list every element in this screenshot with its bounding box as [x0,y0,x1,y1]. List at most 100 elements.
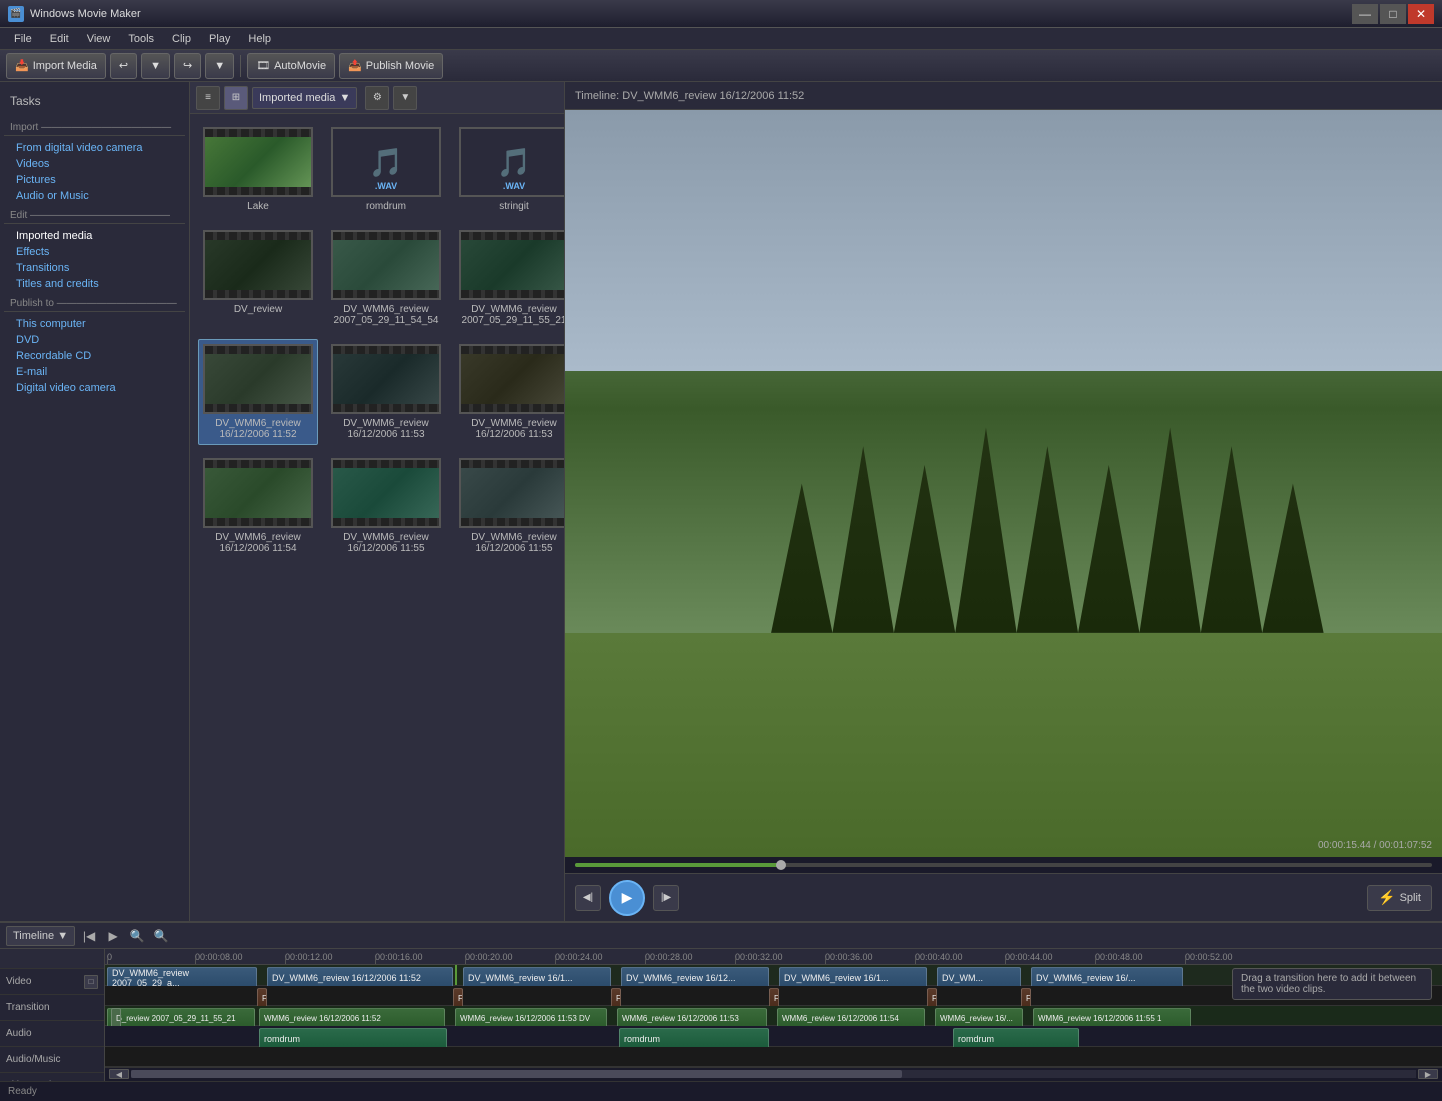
ruler-mark-8: 00:00:08.00 [195,952,243,962]
timeline-zoom-out-button[interactable]: 🔍 [151,926,171,946]
media-label-lake: Lake [247,201,269,212]
tasks-this-computer[interactable]: This computer [4,316,185,332]
minimize-button[interactable]: — [1352,4,1378,24]
media-thumb-dv6 [203,458,313,528]
publish-icon: 📤 [348,59,362,72]
view-thumbnails-button[interactable]: ⊞ [224,86,248,110]
media-item-dv2[interactable]: DV_WMM6_review 2007_05_29_11_55_21 [454,225,564,331]
close-button[interactable]: ✕ [1408,4,1434,24]
import-label: Import Media [33,60,97,72]
tasks-recordable-cd[interactable]: Recordable CD [4,348,185,364]
dropdown-arrow-icon: ▼ [339,92,350,104]
media-sort-button[interactable]: ▼ [393,86,417,110]
tasks-pictures[interactable]: Pictures [4,172,185,188]
media-panel: ≡ ⊞ Imported media ▼ ⚙ ▼ Lake 🎵 [190,82,565,921]
media-item-dv3[interactable]: DV_WMM6_review 16/12/2006 11:52 [198,339,318,445]
preview-seekbar[interactable] [575,863,1432,867]
time-display: 00:00:15.44 / 00:01:07:52 [1318,840,1432,851]
media-thumb-dv8 [459,458,564,528]
timeline-label: Timeline: DV_WMM6_review 16/12/2006 11:5… [575,90,804,102]
transition-track[interactable]: F... F... F... F... F... F... Drag a tra… [105,986,1442,1006]
tasks-audio-or-music[interactable]: Audio or Music [4,188,185,204]
timeline-section: Timeline ▼ |◀ ▶ 🔍 🔍 Video □ Transition A… [0,921,1442,1081]
timeline-scrollbar[interactable]: ◀ ▶ [105,1067,1442,1081]
scroll-right-button[interactable]: ▶ [1418,1069,1438,1079]
tasks-imported-media[interactable]: Imported media [4,228,185,244]
media-item-romdrum[interactable]: 🎵 .WAV romdrum [326,122,446,217]
tasks-videos[interactable]: Videos [4,156,185,172]
preview-field [565,633,1442,857]
media-toolbar: ≡ ⊞ Imported media ▼ ⚙ ▼ [190,82,564,114]
media-item-dv8[interactable]: DV_WMM6_review 16/12/2006 11:55 [454,453,564,559]
timeline-tracks[interactable]: 0 00:00:08.00 00:00:12.00 00:00:16.00 00… [105,949,1442,1081]
maximize-button[interactable]: □ [1380,4,1406,24]
media-filter-dropdown[interactable]: Imported media ▼ [252,87,357,109]
menu-view[interactable]: View [79,31,119,47]
video-track-label: Video □ [0,969,104,995]
scroll-left-button[interactable]: ◀ [109,1069,129,1079]
timeline-zoom-in-button[interactable]: 🔍 [127,926,147,946]
media-item-dv7[interactable]: DV_WMM6_review 16/12/2006 11:55 [326,453,446,559]
menu-tools[interactable]: Tools [120,31,162,47]
menu-file[interactable]: File [6,31,40,47]
status-bar: Ready [0,1081,1442,1101]
audio-icon-romdrum: 🎵 .WAV [333,129,439,195]
menu-clip[interactable]: Clip [164,31,199,47]
media-item-lake[interactable]: Lake [198,122,318,217]
menu-help[interactable]: Help [240,31,279,47]
tasks-email[interactable]: E-mail [4,364,185,380]
audio-label-text: Audio [6,1028,32,1039]
tasks-digital-video-camera[interactable]: Digital video camera [4,380,185,396]
automovie-label: AutoMovie [274,60,326,72]
preview-play-button[interactable]: ▶ [609,880,645,916]
tasks-from-digital-camera[interactable]: From digital video camera [4,140,185,156]
split-button[interactable]: ⚡ Split [1367,885,1432,911]
publish-section-label: Publish to ———————————— [4,292,185,312]
automovie-button[interactable]: 🎞 AutoMovie [247,53,335,79]
import-media-button[interactable]: 📥 Import Media [6,53,106,79]
publish-button[interactable]: 📤 Publish Movie [339,53,443,79]
ruler-mark-48: 00:00:48.00 [1095,952,1143,962]
view-details-button[interactable]: ≡ [196,86,220,110]
timeline-label-btn[interactable]: Timeline ▼ [6,926,75,946]
tasks-transitions[interactable]: Transitions [4,260,185,276]
title-overlay-track-label: Title Overlay [0,1073,104,1081]
preview-next-button[interactable]: |▶ [653,885,679,911]
timeline-play-button[interactable]: ▶ [103,926,123,946]
undo-button[interactable]: ↩ [110,53,137,79]
ruler-mark-40: 00:00:40.00 [915,952,963,962]
media-options-button[interactable]: ⚙ [365,86,389,110]
ruler-tick-20 [465,958,466,964]
seekbar-thumb[interactable] [776,860,786,870]
undo-arrow-button[interactable]: ▼ [141,53,170,79]
media-item-dv5[interactable]: DV_WMM6_review 16/12/2006 11:53 [454,339,564,445]
seekbar-container [565,857,1442,873]
media-label-dv8: DV_WMM6_review 16/12/2006 11:55 [459,532,564,554]
media-item-stringit[interactable]: 🎵 .WAV stringit [454,122,564,217]
media-thumb-dv7 [331,458,441,528]
preview-prev-button[interactable]: ◀| [575,885,601,911]
media-item-dv4[interactable]: DV_WMM6_review 16/12/2006 11:53 [326,339,446,445]
video-resize-button[interactable]: □ [84,975,98,989]
import-section-label: Import ————————————— [4,116,185,136]
tasks-panel: Tasks Import ————————————— From digital … [0,82,190,921]
menu-play[interactable]: Play [201,31,238,47]
timeline-start-button[interactable]: |◀ [79,926,99,946]
media-grid: Lake 🎵 .WAV romdrum 🎵 .WAV [190,114,564,921]
titlebar-title: Windows Movie Maker [30,8,141,20]
menu-edit[interactable]: Edit [42,31,77,47]
tasks-effects[interactable]: Effects [4,244,185,260]
scroll-thumb[interactable] [131,1070,902,1078]
media-item-dv6[interactable]: DV_WMM6_review 16/12/2006 11:54 [198,453,318,559]
media-item-dv1[interactable]: DV_WMM6_review 2007_05_29_11_54_54 [326,225,446,331]
media-thumb-dv-review [203,230,313,300]
tasks-titles-and-credits[interactable]: Titles and credits [4,276,185,292]
scroll-track [131,1070,1416,1078]
tasks-dvd[interactable]: DVD [4,332,185,348]
title-overlay-track [105,1047,1442,1067]
redo-arrow-button[interactable]: ▼ [205,53,234,79]
media-item-dv-review[interactable]: DV_review [198,225,318,331]
status-text: Ready [8,1086,37,1097]
titlebar-controls: — □ ✕ [1352,4,1434,24]
redo-button[interactable]: ↪ [174,53,201,79]
